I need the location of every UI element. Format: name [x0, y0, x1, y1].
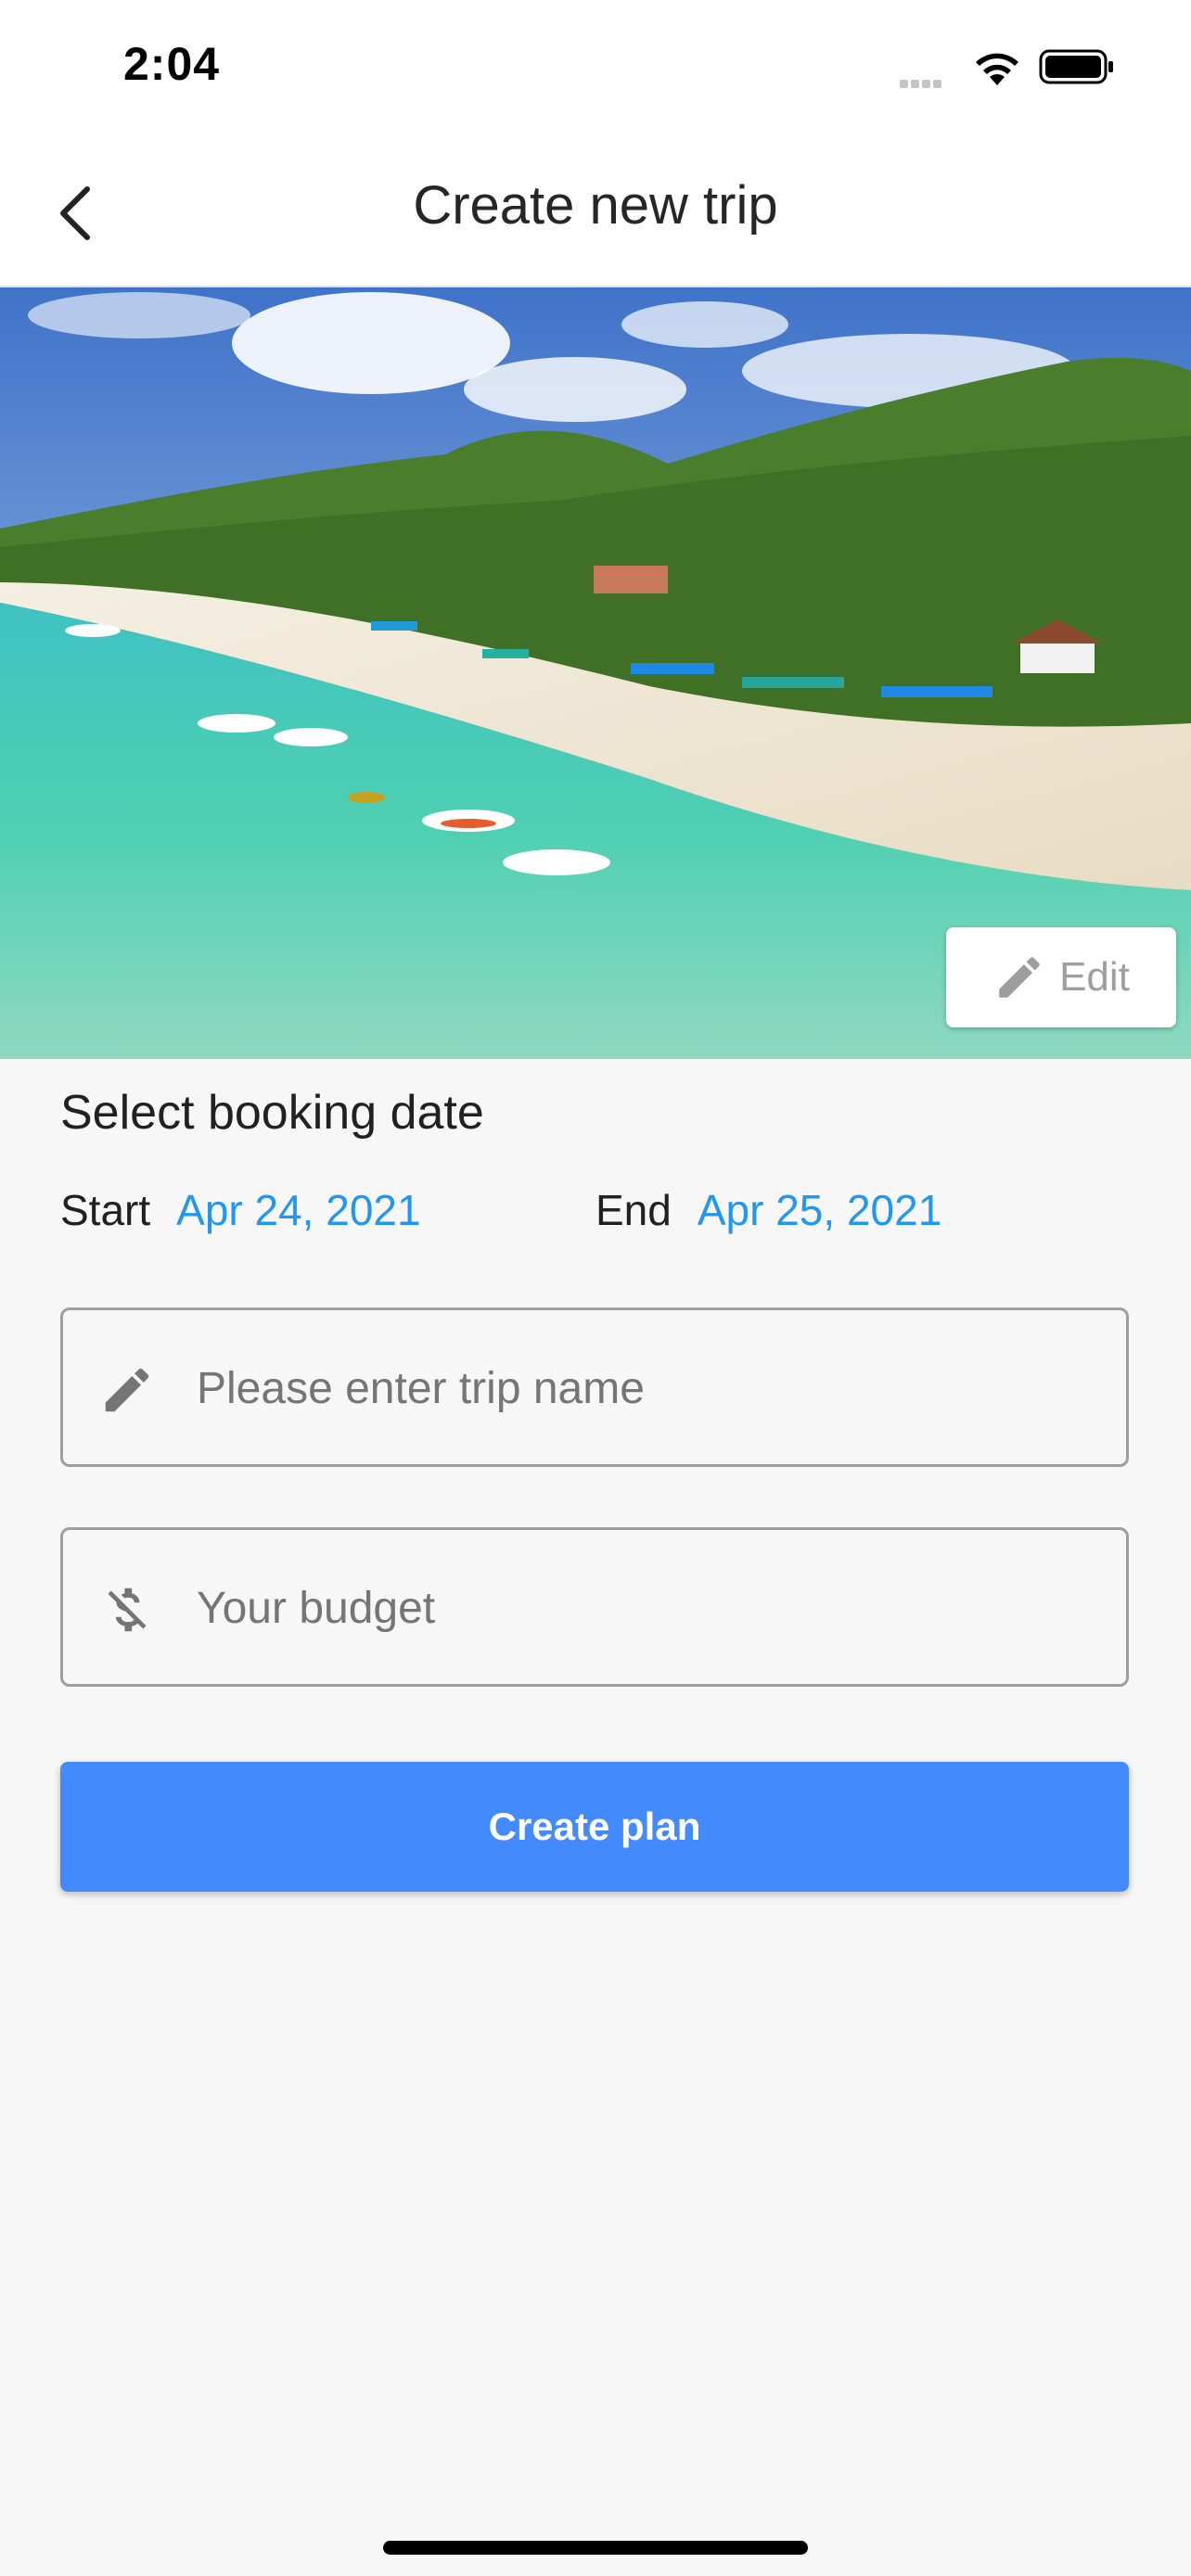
- end-date-row: End Apr 25, 2021: [596, 1185, 941, 1235]
- app-bar: Create new trip: [0, 139, 1191, 287]
- edit-cover-button[interactable]: Edit: [946, 927, 1176, 1027]
- start-date-label: Start: [60, 1186, 151, 1234]
- budget-input[interactable]: [195, 1530, 1108, 1686]
- pencil-icon: [999, 957, 1040, 998]
- wifi-icon: [976, 53, 1018, 85]
- battery-icon: [1039, 49, 1113, 84]
- booking-section-title: Select booking date: [60, 1086, 484, 1140]
- status-time: 2:04: [123, 38, 221, 90]
- trip-name-input[interactable]: [195, 1310, 1108, 1466]
- start-date-picker[interactable]: Apr 24, 2021: [176, 1186, 420, 1234]
- end-date-label: End: [596, 1186, 672, 1234]
- start-date-row: Start Apr 24, 2021: [60, 1185, 421, 1235]
- page-title: Create new trip: [413, 175, 778, 236]
- cellular-signal-icon: [900, 76, 944, 93]
- trip-name-field: [60, 1307, 1129, 1467]
- create-plan-button[interactable]: Create plan: [60, 1762, 1129, 1892]
- end-date-picker[interactable]: Apr 25, 2021: [698, 1186, 941, 1234]
- status-bar: 2:04: [0, 0, 1191, 139]
- no-money-icon: [108, 1588, 147, 1632]
- pencil-icon: [105, 1368, 149, 1412]
- edit-label: Edit: [1059, 954, 1130, 1000]
- budget-field: [60, 1527, 1129, 1687]
- home-indicator: [383, 2541, 808, 2555]
